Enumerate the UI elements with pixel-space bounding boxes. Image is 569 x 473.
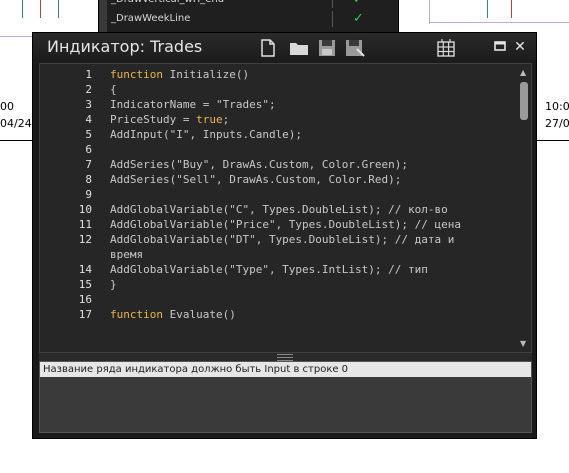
check-icon[interactable]: ✓ (353, 11, 364, 27)
scroll-thumb[interactable] (520, 82, 528, 120)
indicator-list: _DrawVertical_wH_end ✓ _DrawWeekLine ✓ (98, 0, 399, 32)
close-icon: ✕ (514, 39, 526, 55)
code-line[interactable]: 6 (40, 142, 510, 157)
code-text[interactable]: AddGlobalVariable("Price", Types.DoubleL… (110, 217, 461, 232)
code-text[interactable]: AddInput("I", Inputs.Candle); (110, 127, 302, 142)
line-number: 3 (85, 98, 92, 111)
code-line[interactable]: 7 AddSeries("Buy", DrawAs.Custom, Color.G… (40, 157, 510, 172)
right-time-label: 10:00 (545, 100, 569, 113)
line-number: 17 (78, 308, 92, 321)
minimize-icon (494, 41, 506, 51)
check-icon[interactable]: ✓ (353, 0, 364, 8)
line-number: 2 (85, 83, 92, 96)
code-line[interactable]: 12 AddGlobalVariable("DT", Types.DoubleLi… (40, 232, 510, 247)
code-line[interactable]: 14 AddGlobalVariable("Type", Types.IntLis… (40, 262, 510, 277)
code-text[interactable]: время (110, 247, 143, 262)
code-editor[interactable]: ▲ ▼ 1 function Initialize() 2{3 IndicatorNa… (39, 63, 532, 353)
line-number: 8 (85, 173, 92, 186)
candle-bar (40, 0, 41, 18)
line-number: 5 (85, 128, 92, 141)
save-as-icon[interactable] (345, 39, 365, 57)
indicator-editor-window[interactable]: Индикатор: Trades ✕ ▲ ▼ 1 function Initia… (32, 32, 537, 439)
code-text[interactable]: { (110, 82, 117, 97)
title-bar[interactable]: Индикатор: Trades ✕ (33, 33, 536, 63)
window-title: Индикатор: Trades (47, 37, 203, 56)
code-text[interactable]: AddSeries("Sell", DrawAs.Custom, Color.R… (110, 172, 401, 187)
code-line[interactable]: 11 AddGlobalVariable("Price", Types.Doubl… (40, 217, 510, 232)
candle-bar (22, 0, 23, 18)
code-line[interactable]: 4 PriceStudy = true; (40, 112, 510, 127)
line-number: 11 (78, 218, 92, 231)
line-number: 10 (78, 203, 92, 216)
code-line[interactable]: 3 IndicatorName = "Trades"; (40, 97, 510, 112)
line-number: 1 (85, 68, 92, 81)
list-item[interactable]: _DrawWeekLine ✓ (107, 11, 437, 27)
close-button[interactable]: ✕ (513, 40, 527, 54)
candle-bar (58, 0, 59, 18)
code-line[interactable]: 16 (40, 292, 510, 307)
line-number: 12 (78, 233, 92, 246)
code-text[interactable]: AddGlobalVariable("DT", Types.DoubleList… (110, 232, 454, 247)
minimize-button[interactable] (493, 40, 507, 54)
grid-line (429, 22, 569, 23)
line-number: 16 (78, 293, 92, 306)
code-line[interactable]: 8 AddSeries("Sell", DrawAs.Custom, Color.… (40, 172, 510, 187)
list-item-name: _DrawWeekLine (111, 13, 191, 24)
left-date-label: 04/24 (0, 117, 32, 130)
line-number: 14 (78, 263, 92, 276)
list-item[interactable]: _DrawVertical_wH_end ✓ (107, 0, 437, 8)
error-message[interactable]: Название ряда индикатора должно быть Inp… (40, 362, 531, 377)
messages-panel: Название ряда индикатора должно быть Inp… (39, 361, 532, 433)
code-text[interactable]: IndicatorName = "Trades"; (110, 97, 276, 112)
code-line[interactable]: 10 AddGlobalVariable("C", Types.DoubleLis… (40, 202, 510, 217)
code-line[interactable]: время (40, 247, 510, 262)
save-icon[interactable] (318, 39, 336, 57)
splitter-grip-icon[interactable] (277, 354, 293, 361)
candle-bar (511, 0, 512, 18)
open-folder-icon[interactable] (289, 39, 308, 57)
grid-line (429, 0, 430, 24)
candle-bar (487, 0, 488, 18)
vertical-scrollbar[interactable]: ▲ ▼ (517, 64, 531, 352)
line-number: 4 (85, 113, 92, 126)
scroll-down-arrow-icon[interactable]: ▼ (520, 339, 526, 348)
code-line[interactable]: 1 function Initialize() (40, 67, 510, 82)
code-text[interactable]: } (110, 277, 117, 292)
code-text[interactable]: AddGlobalVariable("C", Types.DoubleList)… (110, 202, 448, 217)
code-text[interactable]: AddSeries("Buy", DrawAs.Custom, Color.Gr… (110, 157, 408, 172)
code-text[interactable]: AddGlobalVariable("Type", Types.IntList)… (110, 262, 428, 277)
panel-splitter[interactable] (39, 353, 532, 361)
code-line[interactable]: 5 AddInput("I", Inputs.Candle); (40, 127, 510, 142)
code-line[interactable]: 17 function Evaluate() (40, 307, 510, 322)
code-text[interactable]: function Evaluate() (110, 307, 236, 322)
line-number: 6 (85, 143, 92, 156)
line-number: 9 (85, 188, 92, 201)
list-gutter (99, 0, 107, 32)
code-line[interactable]: 9 (40, 187, 510, 202)
code-line[interactable]: 2{ (40, 82, 510, 97)
code-text[interactable]: function Initialize() (110, 67, 249, 82)
column-divider (332, 0, 333, 8)
code-line[interactable]: 15} (40, 277, 510, 292)
line-number: 15 (78, 278, 92, 291)
new-document-icon[interactable] (259, 39, 277, 57)
column-divider (332, 11, 333, 27)
left-time-label: 00 (0, 100, 14, 113)
chart-grid-icon[interactable] (437, 39, 455, 57)
scroll-up-arrow-icon[interactable]: ▲ (520, 68, 526, 77)
line-number: 7 (85, 158, 92, 171)
list-item-name: _DrawVertical_wH_end (111, 0, 224, 8)
right-date-label: 27/04 (545, 117, 569, 130)
code-text[interactable]: PriceStudy = true; (110, 112, 229, 127)
